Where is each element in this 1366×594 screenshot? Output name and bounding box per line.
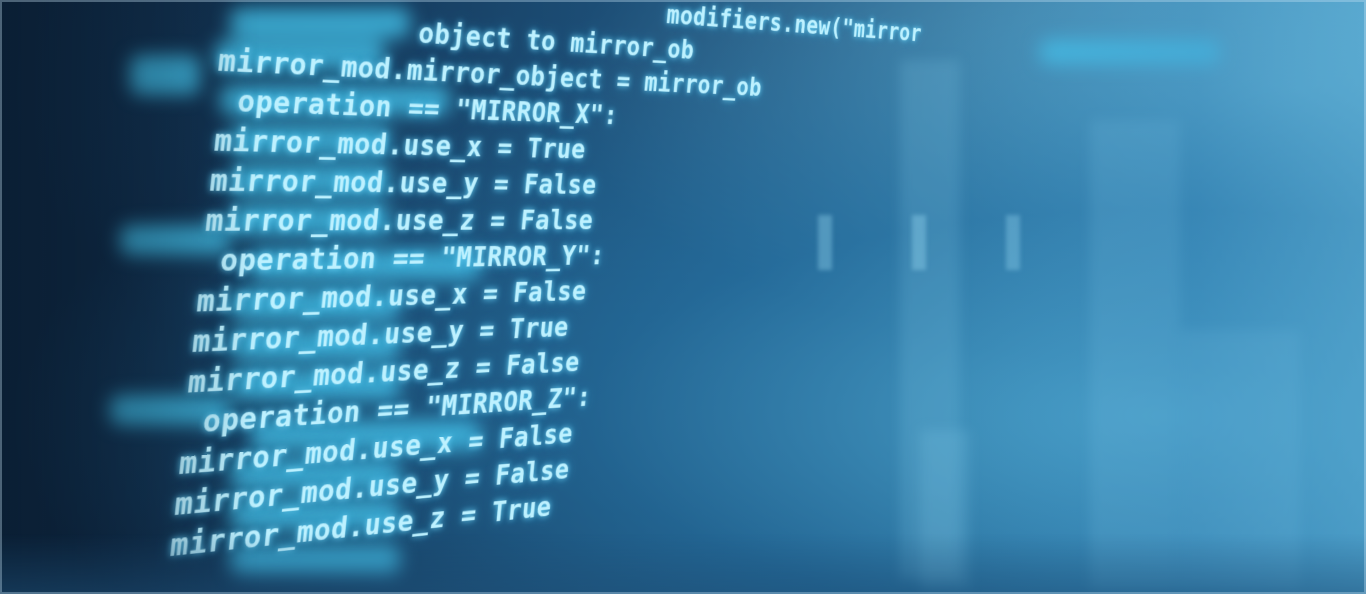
code-block: modifiers.new("mirror object to mirror_o… — [143, 0, 944, 569]
code-line: mirror_mod.use_z = False — [203, 202, 595, 239]
background-column — [1180, 330, 1300, 590]
background-column — [1090, 120, 1180, 590]
background-column — [920, 430, 970, 590]
background-bar — [1006, 215, 1020, 270]
blurred-code-chunk — [130, 55, 200, 95]
code-photo: modifiers.new("mirror object to mirror_o… — [0, 0, 1366, 594]
blurred-code-chunk — [1040, 40, 1220, 64]
